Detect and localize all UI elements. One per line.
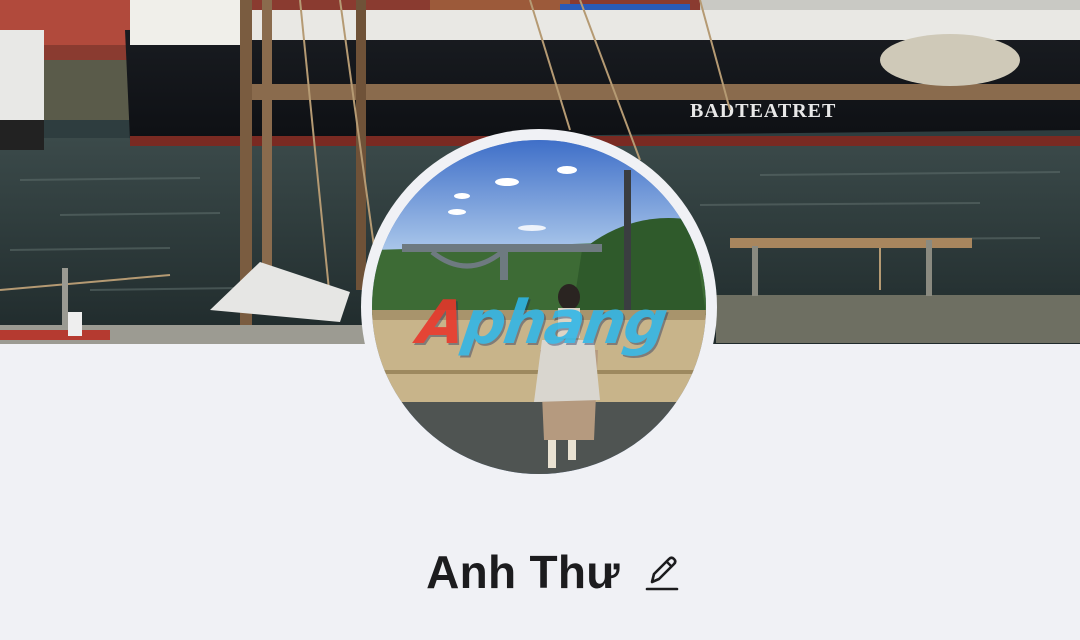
ship-name-text: BADTEATRET [690, 100, 836, 122]
avatar-image [372, 140, 706, 474]
avatar-photo: Aphang [372, 140, 706, 474]
edit-name-button[interactable] [642, 550, 682, 594]
profile-screen: BADTEATRET Aphang Anh Thư [0, 0, 1080, 640]
profile-name: Anh Thư [426, 546, 620, 598]
name-group: Anh Thư [426, 545, 682, 599]
pencil-icon [645, 556, 679, 591]
profile-name-row: Anh Thư [0, 540, 1080, 604]
profile-avatar[interactable]: Aphang [361, 129, 717, 485]
